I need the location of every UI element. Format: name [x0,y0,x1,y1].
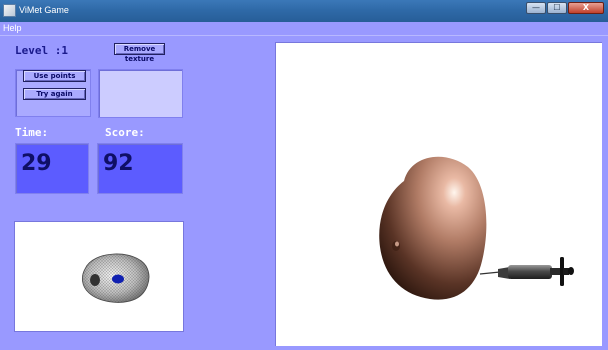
remove-texture-button[interactable]: Remove texture [114,43,165,63]
minimize-icon[interactable]: — [526,2,546,14]
window-title: ViMet Game [19,5,69,15]
app-icon [3,4,16,17]
score-value: 92 [103,151,134,176]
close-icon[interactable]: X [568,2,604,14]
wireframe-model-image [81,253,150,303]
maximize-icon[interactable]: ☐ [547,2,567,14]
use-points-button[interactable]: Use points [23,70,86,82]
time-label: Time: [15,126,49,139]
menu-bar: Help [0,22,608,36]
3d-viewport[interactable] [275,42,602,346]
model-preview [14,221,184,332]
time-display: 29 [15,143,89,194]
menu-help[interactable]: Help [3,23,22,33]
level-label: Level :1 [15,44,68,57]
organ-model[interactable] [379,156,487,300]
try-again-button[interactable]: Try again [23,88,86,100]
syringe-tool[interactable] [479,257,574,286]
time-value: 29 [21,151,52,176]
title-bar: ViMet Game — ☐ X [0,0,608,22]
score-display: 92 [97,143,183,194]
score-label: Score: [105,126,145,139]
info-panel [98,69,183,118]
window-controls: — ☐ X [525,2,604,15]
3d-scene [379,156,574,300]
